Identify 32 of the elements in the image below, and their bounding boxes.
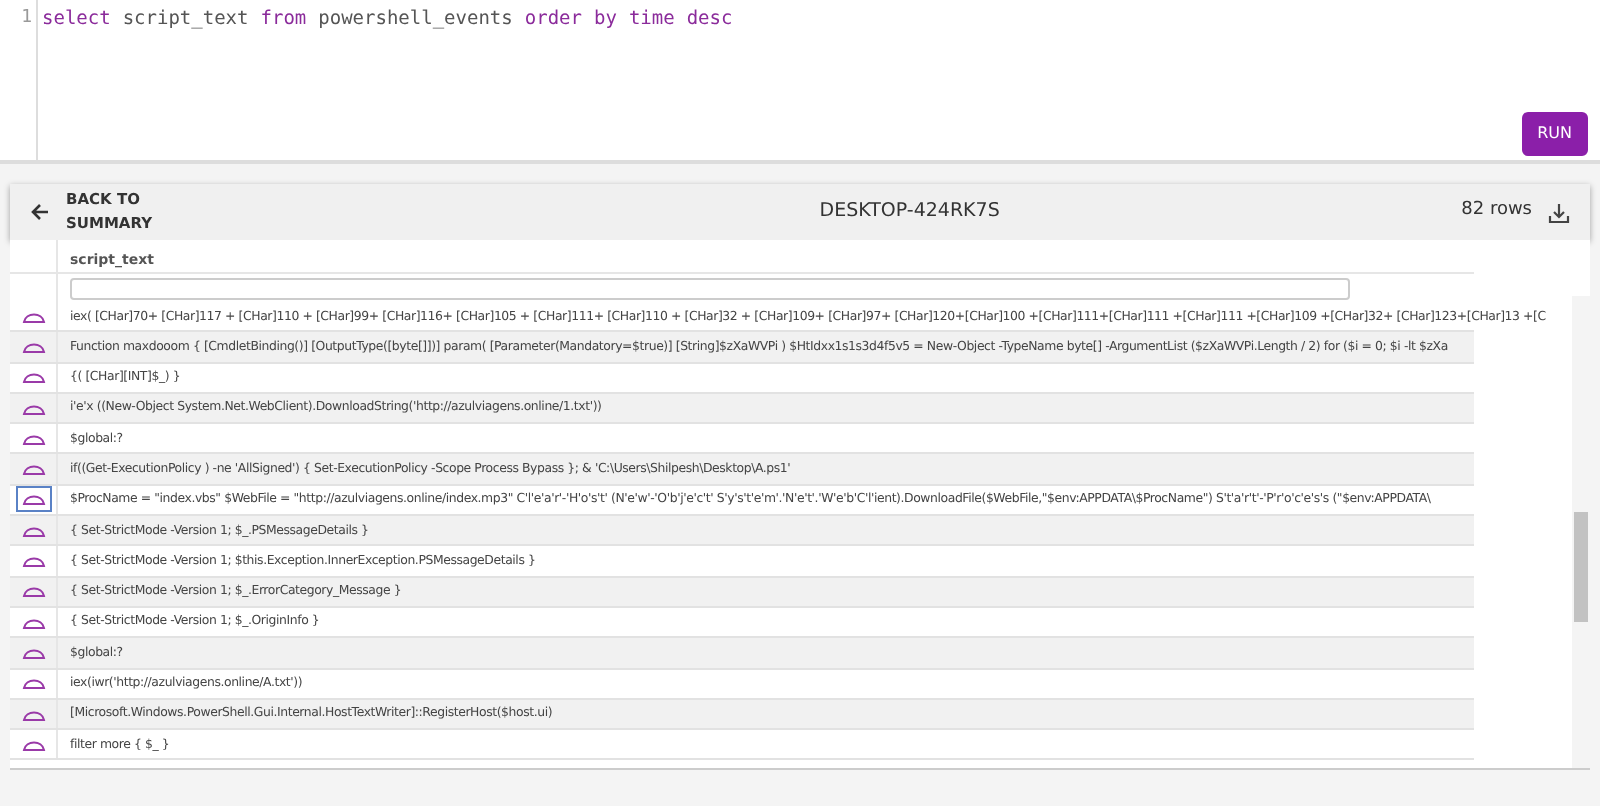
expand-row-icon[interactable] — [21, 401, 45, 416]
expand-row-icon[interactable] — [21, 431, 45, 446]
sql-keyword: order — [524, 8, 582, 30]
expand-row-icon[interactable] — [21, 645, 45, 660]
download-icon[interactable] — [1548, 201, 1570, 223]
sql-keyword: select — [42, 8, 111, 30]
row-selector[interactable] — [15, 486, 51, 513]
expand-row-icon[interactable] — [21, 584, 45, 599]
expand-row-icon[interactable] — [21, 462, 45, 477]
expand-row-icon[interactable] — [21, 676, 45, 691]
expand-row-icon[interactable] — [21, 370, 45, 385]
sql-keyword: from — [260, 8, 307, 30]
line-number: 1 — [0, 0, 38, 160]
expand-row-icon[interactable] — [21, 737, 45, 752]
expand-row-icon[interactable] — [21, 615, 45, 630]
row-count: 82 rows — [1461, 198, 1532, 225]
sql-identifier: powershell_events — [318, 8, 513, 30]
sql-keyword: desc — [686, 8, 733, 30]
expand-row-icon[interactable] — [21, 554, 45, 569]
sql-identifier: script_text — [122, 8, 249, 30]
sql-keyword: time — [628, 8, 675, 30]
back-arrow-icon[interactable] — [30, 202, 50, 222]
host-title: DESKTOP-424RK7S — [817, 197, 1002, 226]
filter-field[interactable] — [70, 278, 1350, 300]
scrollbar[interactable] — [1572, 296, 1590, 768]
expand-row-icon[interactable] — [21, 707, 45, 721]
expand-row-icon[interactable] — [21, 492, 45, 507]
expand-row-icon[interactable] — [21, 309, 45, 324]
sql-keyword: by — [593, 8, 617, 30]
expand-row-icon[interactable] — [21, 523, 45, 538]
run-button[interactable]: RUN — [1521, 112, 1588, 156]
expand-row-icon[interactable] — [21, 339, 45, 354]
